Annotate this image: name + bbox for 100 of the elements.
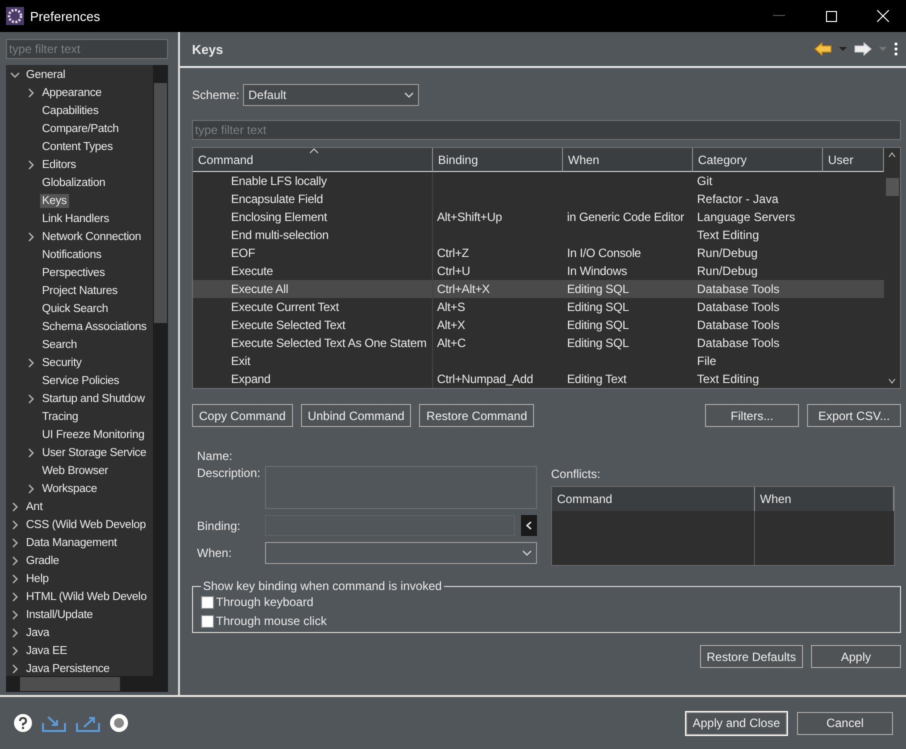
expand-chevron-icon[interactable]	[10, 664, 20, 674]
tree-item[interactable]: UI Freeze Monitoring	[40, 428, 146, 442]
scheme-dropdown[interactable]: Default	[243, 84, 420, 106]
table-cell[interactable]: Alt+Shift+Up	[437, 210, 502, 224]
checkbox[interactable]	[201, 614, 214, 628]
tree-item[interactable]: Help	[24, 572, 51, 586]
tree-item[interactable]: Search	[40, 338, 79, 352]
expand-chevron-icon[interactable]	[26, 160, 36, 170]
table-cell[interactable]: Execute Selected Text	[231, 318, 346, 332]
table-cell[interactable]: Database Tools	[697, 336, 780, 350]
expand-chevron-icon[interactable]	[10, 502, 20, 512]
table-cell[interactable]: Database Tools	[697, 282, 780, 296]
tree-item[interactable]: Install/Update	[24, 608, 95, 622]
filter-field[interactable]: type filter text	[6, 39, 168, 59]
minimize-icon[interactable]	[773, 15, 785, 17]
tree-item[interactable]: Content Types	[40, 140, 115, 154]
table-cell[interactable]: Run/Debug	[697, 264, 758, 278]
tree-item[interactable]: Web Browser	[40, 464, 110, 478]
command-button[interactable]: Restore Command	[419, 404, 534, 427]
table-cell[interactable]: Language Servers	[697, 210, 796, 224]
table-cell[interactable]: Editing SQL	[567, 282, 629, 296]
tree-item[interactable]: Gradle	[24, 554, 62, 568]
command-button[interactable]: Copy Command	[192, 404, 293, 427]
help-icon[interactable]	[14, 714, 32, 732]
table-cell[interactable]: Editing SQL	[567, 336, 629, 350]
checkbox-label[interactable]: Through keyboard	[216, 595, 314, 609]
table-cell[interactable]: Ctrl+Numpad_Add	[437, 372, 534, 386]
table-cell[interactable]: Execute Current Text	[231, 300, 339, 314]
back-arrow-icon[interactable]	[814, 42, 832, 56]
expand-chevron-icon[interactable]	[10, 592, 20, 602]
table-cell[interactable]: Ctrl+U	[437, 264, 470, 278]
column-header[interactable]: Command	[552, 487, 755, 511]
forward-arrow-icon[interactable]	[854, 42, 872, 56]
table-cell[interactable]: Execute All	[231, 282, 288, 296]
action-button[interactable]: Restore Defaults	[700, 645, 803, 668]
expand-chevron-icon[interactable]	[10, 556, 20, 566]
import-icon[interactable]	[42, 714, 66, 732]
table-cell[interactable]: Expand	[231, 372, 270, 386]
tree-item[interactable]: Schema Associations	[40, 320, 149, 334]
table-cell[interactable]: Execute	[231, 264, 273, 278]
table-cell[interactable]: Database Tools	[697, 318, 780, 332]
vertical-scrollbar[interactable]	[153, 65, 168, 676]
close-icon[interactable]	[877, 10, 889, 22]
table-cell[interactable]: Refactor - Java	[697, 192, 778, 206]
column-header[interactable]: Category	[693, 148, 823, 172]
expand-chevron-icon[interactable]	[10, 646, 20, 656]
checkbox-label[interactable]: Through mouse click	[216, 614, 327, 628]
table-cell[interactable]: In Windows	[567, 264, 628, 278]
left-chevron-icon[interactable]	[521, 515, 537, 536]
tree-item[interactable]: Project Natures	[40, 284, 120, 298]
tree-item[interactable]: Java EE	[24, 644, 70, 658]
dialog-button[interactable]: Cancel	[797, 712, 893, 734]
tree-item[interactable]: Workspace	[40, 482, 100, 496]
command-button[interactable]: Filters...	[705, 404, 799, 427]
scrollbar-thumb[interactable]	[886, 178, 898, 196]
table-cell[interactable]: Encapsulate Field	[231, 192, 323, 206]
tree-item[interactable]: Ant	[24, 500, 45, 514]
tree-item[interactable]: Quick Search	[40, 302, 110, 316]
table-cell[interactable]: Ctrl+Alt+X	[437, 282, 490, 296]
expand-chevron-icon[interactable]	[10, 628, 20, 638]
column-header[interactable]: When	[563, 148, 693, 172]
record-icon[interactable]	[110, 714, 128, 732]
table-cell[interactable]: Text Editing	[697, 228, 760, 242]
expand-chevron-icon[interactable]	[26, 394, 36, 404]
table-cell[interactable]: Alt+S	[437, 300, 466, 314]
table-cell[interactable]: Enable LFS locally	[231, 174, 327, 188]
table-cell[interactable]: Editing Text	[567, 372, 626, 386]
tree-item[interactable]: Java	[24, 626, 52, 640]
expand-chevron-icon[interactable]	[10, 610, 20, 620]
column-header[interactable]: When	[755, 487, 894, 511]
table-cell[interactable]: Database Tools	[697, 300, 780, 314]
table-cell[interactable]: Enclosing Element	[231, 210, 327, 224]
export-icon[interactable]	[76, 714, 100, 732]
tree-item[interactable]: Service Policies	[40, 374, 122, 388]
tree-item[interactable]: Network Connection	[40, 230, 144, 244]
table-cell[interactable]: Execute Selected Text As One Statem	[231, 336, 427, 350]
tree-item[interactable]: Notifications	[40, 248, 104, 262]
action-button[interactable]: Apply	[811, 645, 901, 668]
column-header[interactable]: Command	[193, 148, 433, 172]
filter-field[interactable]: type filter text	[192, 120, 901, 140]
tree-item[interactable]: Appearance	[40, 86, 104, 100]
column-header[interactable]: Binding	[433, 148, 563, 172]
tree-item[interactable]: Globalization	[40, 176, 108, 190]
dialog-button[interactable]: Apply and Close	[686, 712, 787, 734]
collapse-chevron-icon[interactable]	[10, 70, 20, 80]
table-cell[interactable]: Editing SQL	[567, 318, 629, 332]
expand-chevron-icon[interactable]	[26, 448, 36, 458]
table-cell[interactable]: Alt+C	[437, 336, 466, 350]
table-row[interactable]: Execute All Ctrl+Alt+X Editing SQL Database Tools	[193, 280, 884, 298]
tree-item[interactable]: User Storage Service	[40, 446, 148, 460]
table-cell[interactable]: Alt+X	[437, 318, 466, 332]
tree-item[interactable]: Tracing	[40, 410, 80, 424]
tree-item[interactable]: Editors	[40, 158, 78, 172]
command-button[interactable]: Export CSV...	[807, 404, 901, 427]
table-cell[interactable]: Run/Debug	[697, 246, 758, 260]
description-field[interactable]	[265, 466, 537, 509]
tree-item[interactable]: Perspectives	[40, 266, 107, 280]
column-header[interactable]: User	[823, 148, 884, 172]
tree-item[interactable]: Startup and Shutdow	[40, 392, 147, 406]
tree-item[interactable]: Capabilities	[40, 104, 100, 118]
